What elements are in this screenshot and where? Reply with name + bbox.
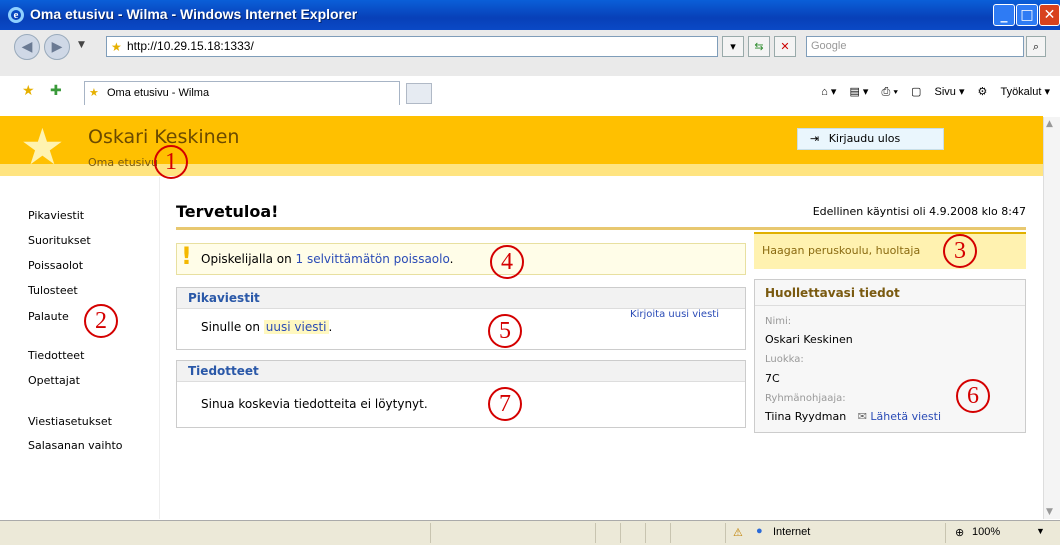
page-menu[interactable]: ▢ Sivu ▾ [911, 86, 964, 98]
zone-label: Internet [773, 526, 811, 538]
tab-title: Oma etusivu - Wilma [107, 87, 210, 99]
ward-info-box: Huollettavasi tiedot Nimi: Oskari Keskin… [754, 279, 1026, 433]
sidebar-item-opettajat[interactable]: Opettajat [28, 374, 80, 387]
security-warning-icon[interactable]: ⚠ [733, 526, 743, 539]
scroll-up-icon[interactable]: ▲ [1046, 119, 1053, 129]
ward-supervisor: Tiina Ryydman ✉ Lähetä viesti [765, 410, 941, 423]
annotation-marker-2: 2 [84, 304, 118, 338]
messages-box: Pikaviestit Sinulle on uusi viesti. Kirj… [176, 287, 746, 350]
logout-label: Kirjaudu ulos [828, 132, 901, 145]
school-role-banner: Haagan peruskoulu, huoltaja [754, 232, 1026, 269]
send-message-link[interactable]: Lähetä viesti [870, 410, 941, 423]
new-tab-button[interactable] [406, 83, 432, 104]
close-button[interactable]: ✕ [1039, 4, 1060, 26]
new-message-link[interactable]: uusi viesti [263, 320, 329, 334]
tab-oma-etusivu[interactable]: ★ Oma etusivu - Wilma [84, 81, 400, 105]
sidebar-item-pikaviestit[interactable]: Pikaviestit [28, 209, 84, 222]
zoom-dropdown-icon[interactable]: ▼ [1036, 526, 1045, 536]
sidebar-item-tulosteet[interactable]: Tulosteet [28, 284, 78, 297]
sidebar-item-tiedotteet[interactable]: Tiedotteet [28, 349, 84, 362]
page-menu-label: Sivu [934, 86, 956, 98]
minimize-button[interactable]: _ [993, 4, 1015, 26]
forward-button[interactable]: ▶ [44, 34, 70, 60]
ward-name: Oskari Keskinen [765, 333, 853, 346]
window-title: Oma etusivu - Wilma - Windows Internet E… [30, 6, 358, 22]
sidebar: Pikaviestit Suoritukset Poissaolot Tulos… [0, 177, 160, 519]
logout-button[interactable]: ⇥ Kirjaudu ulos [797, 128, 944, 150]
last-visit-text: Edellinen käyntisi oli 4.9.2008 klo 8:47 [812, 205, 1026, 218]
wilma-star-logo-icon: ★ [20, 118, 65, 176]
search-input[interactable]: Google [806, 36, 1024, 57]
search-icon[interactable]: ⌕ [1026, 36, 1046, 57]
recent-pages-chevron-icon[interactable]: ▼ [78, 40, 85, 50]
annotation-marker-7: 7 [488, 387, 522, 421]
print-icon[interactable]: ⎙ ▾ [881, 86, 897, 98]
tools-menu-label: Työkalut [1000, 86, 1042, 98]
annotation-marker-5: 5 [488, 314, 522, 348]
page-viewport: ★ Oskari Keskinen Oma etusivu ⇥ Kirjaudu… [0, 116, 1043, 519]
logout-icon: ⇥ [810, 132, 820, 145]
name-label: Nimi: [765, 316, 792, 327]
breadcrumb[interactable]: Oma etusivu [88, 156, 158, 169]
sidebar-item-viestiasetukset[interactable]: Viestiasetukset [28, 415, 112, 428]
address-url: http://10.29.15.18:1333/ [127, 39, 254, 53]
bulletins-empty-text: Sinua koskevia tiedotteita ei löytynyt. [201, 397, 428, 411]
zoom-magnifier-icon[interactable]: ⊕ [955, 526, 964, 539]
annotation-marker-6: 6 [956, 379, 990, 413]
compose-message-link[interactable]: Kirjoita uusi viesti [630, 309, 719, 320]
home-icon[interactable]: ⌂ ▾ [821, 86, 836, 98]
sidebar-item-poissaolot[interactable]: Poissaolot [28, 259, 83, 272]
window-title-bar: e Oma etusivu - Wilma - Windows Internet… [0, 0, 1060, 30]
annotation-marker-3: 3 [943, 234, 977, 268]
annotation-marker-4: 4 [490, 245, 524, 279]
supervisor-name: Tiina Ryydman [765, 410, 847, 423]
messages-prefix: Sinulle on [201, 320, 264, 334]
vertical-scrollbar[interactable]: ▲ ▼ [1043, 117, 1060, 519]
zoom-level[interactable]: 100% [972, 526, 1000, 538]
exclamation-icon: ! [181, 242, 192, 270]
bulletins-box-title[interactable]: Tiedotteet [177, 361, 745, 382]
annotation-marker-1: 1 [154, 145, 188, 179]
envelope-icon: ✉ [857, 410, 867, 423]
feeds-icon[interactable]: ▤ ▾ [849, 86, 868, 98]
status-bar: ⚠ ● Internet ⊕ 100% ▼ [0, 520, 1060, 545]
scroll-down-icon[interactable]: ▼ [1046, 507, 1053, 517]
supervisor-label: Ryhmänohjaaja: [765, 393, 846, 404]
messages-box-title[interactable]: Pikaviestit [177, 288, 745, 309]
ie-logo-icon: e [8, 7, 24, 23]
globe-icon: ● [756, 525, 763, 537]
back-button[interactable]: ◀ [14, 34, 40, 60]
class-label: Luokka: [765, 354, 804, 365]
divider [176, 227, 1026, 230]
favorites-row: ★ ✚ ★ Oma etusivu - Wilma ⌂ ▾ ▤ ▾ ⎙ ▾ ▢ … [0, 80, 1060, 106]
alert-prefix: Opiskelijalla on [201, 252, 296, 266]
tab-star-icon: ★ [89, 87, 99, 99]
tools-menu[interactable]: ⚙ Työkalut ▾ [978, 86, 1050, 98]
absence-link[interactable]: 1 selvittämätön poissaolo [296, 252, 450, 266]
page-title: Tervetuloa! [176, 202, 279, 221]
ward-info-title: Huollettavasi tiedot [755, 280, 1025, 306]
add-favorite-icon[interactable]: ✚ [50, 83, 62, 99]
page-star-icon: ★ [111, 40, 122, 54]
user-name: Oskari Keskinen [88, 126, 240, 148]
address-dropdown-button[interactable]: ▾ [722, 36, 744, 57]
stop-button[interactable]: ✕ [774, 36, 796, 57]
bulletins-box: Tiedotteet Sinua koskevia tiedotteita ei… [176, 360, 746, 428]
messages-suffix: . [328, 320, 333, 334]
browser-toolbar: ◀ ▶ ▼ ★ http://10.29.15.18:1333/ ▾ ⇆ ✕ G… [0, 30, 1060, 105]
messages-box-body: Sinulle on uusi viesti. Kirjoita uusi vi… [177, 309, 745, 345]
sidebar-item-salasanan-vaihto[interactable]: Salasanan vaihto [28, 439, 123, 452]
sidebar-item-palaute[interactable]: Palaute [28, 310, 69, 323]
alert-suffix: . [449, 252, 454, 266]
sidebar-item-suoritukset[interactable]: Suoritukset [28, 234, 91, 247]
address-field[interactable]: ★ http://10.29.15.18:1333/ [106, 36, 718, 57]
absence-alert: ! Opiskelijalla on 1 selvittämätön poiss… [176, 242, 746, 275]
refresh-button[interactable]: ⇆ [748, 36, 770, 57]
favorites-star-icon[interactable]: ★ [22, 83, 35, 99]
command-bar: ⌂ ▾ ▤ ▾ ⎙ ▾ ▢ Sivu ▾ ⚙ Työkalut ▾ [811, 85, 1050, 99]
ward-class: 7C [765, 372, 780, 385]
maximize-button[interactable]: □ [1016, 4, 1038, 26]
